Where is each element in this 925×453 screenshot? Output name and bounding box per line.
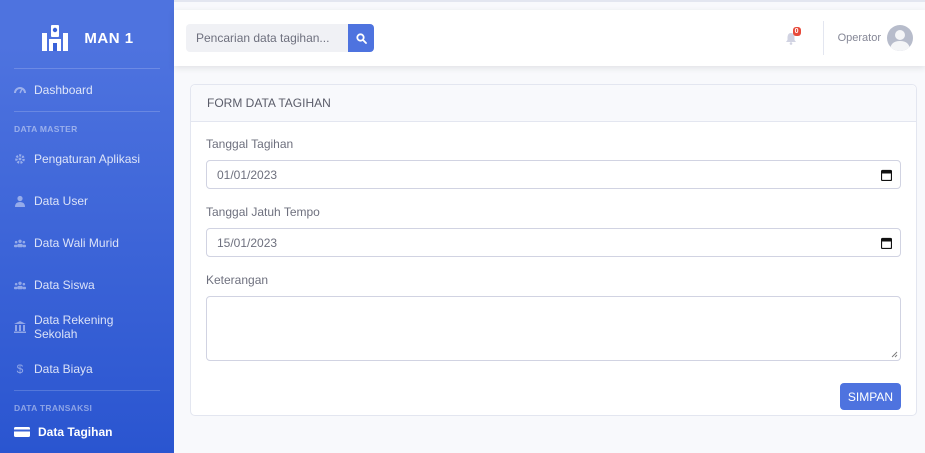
- topbar-right: 0 Operator: [781, 21, 913, 55]
- tanggal-tagihan-value: 01/01/2023: [217, 167, 278, 182]
- bank-icon: [14, 321, 26, 333]
- sidebar-heading-transaksi: DATA TRANSAKSI: [14, 403, 93, 413]
- dashboard-icon: [14, 84, 26, 96]
- form-card: FORM DATA TAGIHAN Tanggal Tagihan 01/01/…: [190, 84, 917, 416]
- brand[interactable]: MAN 1: [0, 0, 174, 68]
- sidebar-item-label: Data Biaya: [34, 362, 93, 376]
- calendar-icon[interactable]: [881, 237, 892, 249]
- sidebar-item-label: Data Tagihan: [38, 425, 113, 439]
- avatar: [887, 25, 913, 51]
- notification-badge: 0: [792, 27, 801, 36]
- user-menu[interactable]: Operator: [838, 25, 913, 51]
- sidebar-item-data-user[interactable]: Data User: [0, 180, 174, 222]
- jatuh-tempo-input[interactable]: 15/01/2023: [206, 228, 901, 257]
- resize-grip-icon[interactable]: [891, 351, 898, 358]
- search-icon: [355, 32, 367, 44]
- tanggal-tagihan-input[interactable]: 01/01/2023: [206, 160, 901, 189]
- sidebar-item-data-biaya[interactable]: $ Data Biaya: [0, 348, 174, 390]
- sidebar-item-label: Pengaturan Aplikasi: [34, 152, 141, 166]
- invoice-icon: [14, 426, 30, 438]
- users-icon: [14, 237, 26, 249]
- sidebar-item-data-wali-murid[interactable]: Data Wali Murid: [0, 222, 174, 264]
- school-logo-icon: [40, 25, 70, 51]
- users-icon: [14, 279, 26, 291]
- gear-icon: [14, 153, 26, 165]
- notification-button[interactable]: 0: [781, 27, 801, 48]
- jatuh-tempo-value: 15/01/2023: [217, 235, 278, 250]
- sidebar-item-pengaturan-aplikasi[interactable]: Pengaturan Aplikasi: [0, 138, 174, 180]
- save-button[interactable]: SIMPAN: [839, 383, 901, 410]
- form-title: FORM DATA TAGIHAN: [191, 85, 916, 122]
- topbar-divider: [822, 21, 824, 55]
- sidebar-item-label: Data Siswa: [34, 278, 95, 292]
- keterangan-textarea[interactable]: [206, 296, 901, 361]
- form-body: Tanggal Tagihan 01/01/2023 Tanggal Jatuh…: [191, 137, 916, 410]
- topbar: 0 Operator: [174, 10, 925, 66]
- search-button[interactable]: [348, 24, 374, 52]
- sidebar-item-label: Data User: [34, 194, 89, 208]
- search-box: [186, 24, 374, 52]
- sidebar: MAN 1 Dashboard DATA MASTER Pengaturan A…: [0, 0, 174, 453]
- search-input[interactable]: [186, 24, 348, 52]
- sidebar-item-dashboard[interactable]: Dashboard: [0, 69, 174, 111]
- brand-name: MAN 1: [84, 29, 134, 47]
- sidebar-item-label: Data Rekening Sekolah: [34, 313, 114, 341]
- topbar-border: [174, 0, 925, 10]
- tanggal-tagihan-label: Tanggal Tagihan: [206, 137, 294, 151]
- jatuh-tempo-label: Tanggal Jatuh Tempo: [206, 205, 320, 219]
- dollar-icon: $: [16, 362, 24, 376]
- keterangan-label: Keterangan: [206, 273, 269, 287]
- sidebar-item-data-siswa[interactable]: Data Siswa: [0, 264, 174, 306]
- sidebar-item-data-rekening-sekolah[interactable]: Data Rekening Sekolah: [0, 306, 174, 348]
- sidebar-item-label: Dashboard: [34, 83, 93, 97]
- form-actions: SIMPAN: [206, 383, 901, 410]
- sidebar-heading-master: DATA MASTER: [14, 124, 78, 134]
- sidebar-item-data-tagihan[interactable]: Data Tagihan: [0, 417, 174, 447]
- user-name: Operator: [837, 32, 881, 44]
- calendar-icon[interactable]: [881, 169, 892, 181]
- user-icon: [14, 195, 26, 207]
- sidebar-item-label: Data Wali Murid: [34, 236, 119, 250]
